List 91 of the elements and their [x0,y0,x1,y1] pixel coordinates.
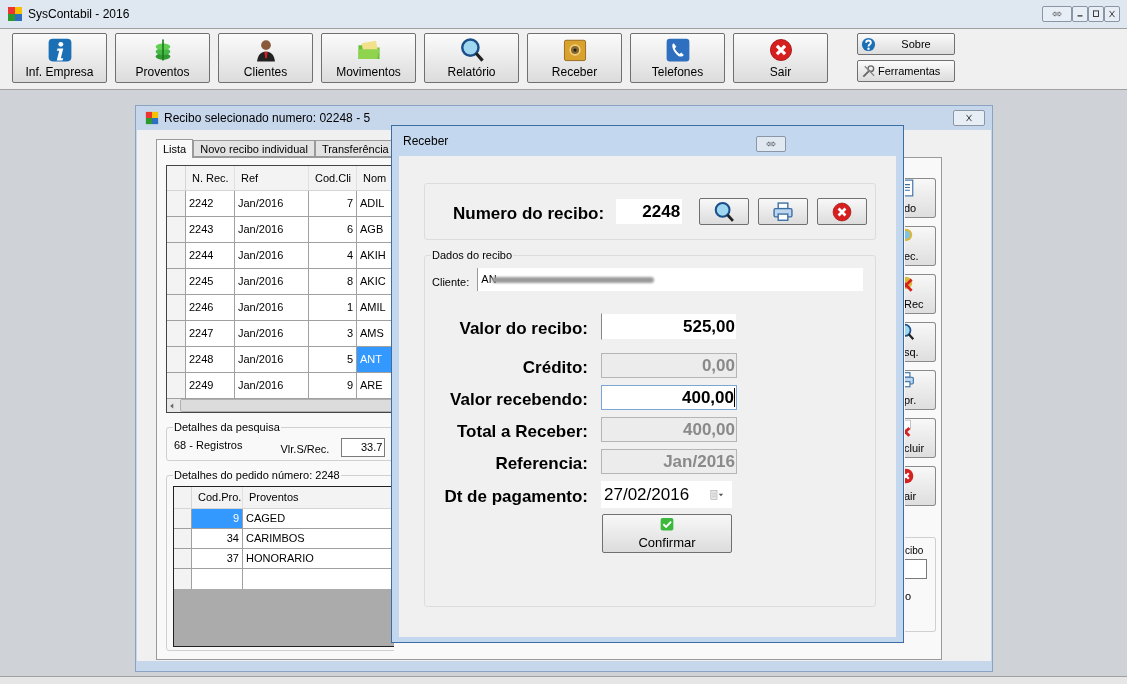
table-cell: 2243 [186,217,235,242]
search-icon [713,200,736,223]
close-button[interactable] [1104,6,1120,22]
table-cell: 9 [309,373,357,398]
value-field[interactable]: 33.7 [341,438,386,457]
window-title: SysContabil - 2016 [28,6,130,23]
input-field[interactable] [905,559,927,579]
toolbar-button[interactable]: Proventos [115,33,210,83]
field-label: Valor do recibo: [458,318,589,339]
column-header[interactable]: Cod.Cli [309,166,357,190]
field-label: Referencia: [494,453,589,474]
toolbar-button[interactable]: Relatório [424,33,519,83]
field-label: Vlr.S/Rec. [280,441,330,457]
close-button[interactable] [817,198,868,225]
action-button[interactable]: ec. [905,226,936,266]
toolbar-button[interactable]: Receber [527,33,622,83]
table-cell: Jan/2016 [235,321,309,346]
column-header[interactable]: Cod.Pro. [192,487,243,508]
table-cell: 2249 [186,373,235,398]
table-cell: 2246 [186,295,235,320]
table-cell: Jan/2016 [235,269,309,294]
table-cell: 1 [309,295,357,320]
toolbar-button[interactable]: Telefones [630,33,725,83]
table-cell: 2242 [186,191,235,216]
check-icon [659,517,675,532]
tools-icon [861,63,876,79]
receipt-number-field[interactable]: 2248 [616,199,683,224]
action-button[interactable]: cluir [905,418,936,458]
table-cell: 7 [309,191,357,216]
resize-icon [1050,9,1064,19]
client-field[interactable]: AN [477,268,864,291]
toolbar-button[interactable]: Sair [733,33,828,83]
table-cell: 2244 [186,243,235,268]
record-count: 68 - Registros [174,437,243,453]
table-cell: Jan/2016 [235,373,309,398]
table-cell: 2248 [186,347,235,372]
table-cell: 34 [192,529,243,548]
table-cell: 6 [309,217,357,242]
close-button[interactable] [953,110,985,126]
amount-field[interactable]: 400,00 [601,385,737,410]
print-button[interactable] [758,198,809,225]
table-cell: Jan/2016 [235,191,309,216]
table-cell: Jan/2016 [235,347,309,372]
column-header[interactable]: N. Rec. [186,166,235,190]
app-icon [145,111,159,125]
table-cell: Jan/2016 [235,295,309,320]
window-title: Recibo selecionado numero: 02248 - 5 [164,110,371,127]
printer-icon [772,200,795,223]
table-cell: 2245 [186,269,235,294]
table-cell: 37 [192,549,243,568]
amount-field[interactable]: 525,00 [601,313,737,340]
action-button[interactable]: do [905,178,936,218]
resize-button[interactable] [1042,6,1072,22]
date-picker[interactable]: 27/02/2016 [601,481,732,508]
table-cell: Jan/2016 [235,217,309,242]
help-icon [861,36,876,52]
close-icon [831,200,854,223]
field-label: Crédito: [521,357,589,378]
text-cursor [734,388,735,407]
table-cell: 9 [192,509,243,528]
search-button[interactable] [699,198,750,225]
confirm-button[interactable]: Confirmar [602,514,732,553]
group-title: cibo [905,544,925,558]
maximize-button[interactable] [1088,6,1104,22]
field-label: Cliente: [432,274,470,290]
table-cell: 8 [309,269,357,294]
field-label: o [905,589,913,604]
window-title: Receber [403,133,449,150]
menu-button[interactable]: Ferramentas [857,60,955,82]
action-button[interactable]: Rec [905,274,936,314]
field-label: Total a Receber: [456,421,589,442]
table-cell: 4 [309,243,357,268]
table-cell: Jan/2016 [235,243,309,268]
field-label: Dt de pagamento: [443,486,589,507]
table-cell: 3 [309,321,357,346]
table-cell: 2247 [186,321,235,346]
tab[interactable]: Novo recibo individual [193,140,315,157]
toolbar-button[interactable]: Inf. Empresa [12,33,107,83]
menu-button[interactable]: Sobre [857,33,955,55]
toolbar-button[interactable]: Clientes [218,33,313,83]
tab[interactable]: Lista [156,139,194,158]
action-button[interactable]: sq. [905,322,936,362]
resize-button[interactable] [756,136,786,152]
toolbar-button[interactable]: Movimentos [321,33,416,83]
field-label: Numero do recibo: [453,202,605,225]
action-button[interactable]: air [905,466,936,506]
column-header[interactable]: Ref [235,166,309,190]
field-label: Valor recebendo: [449,389,589,410]
app-icon [7,6,23,22]
action-button[interactable]: pr. [905,370,936,410]
resize-icon [764,139,778,149]
